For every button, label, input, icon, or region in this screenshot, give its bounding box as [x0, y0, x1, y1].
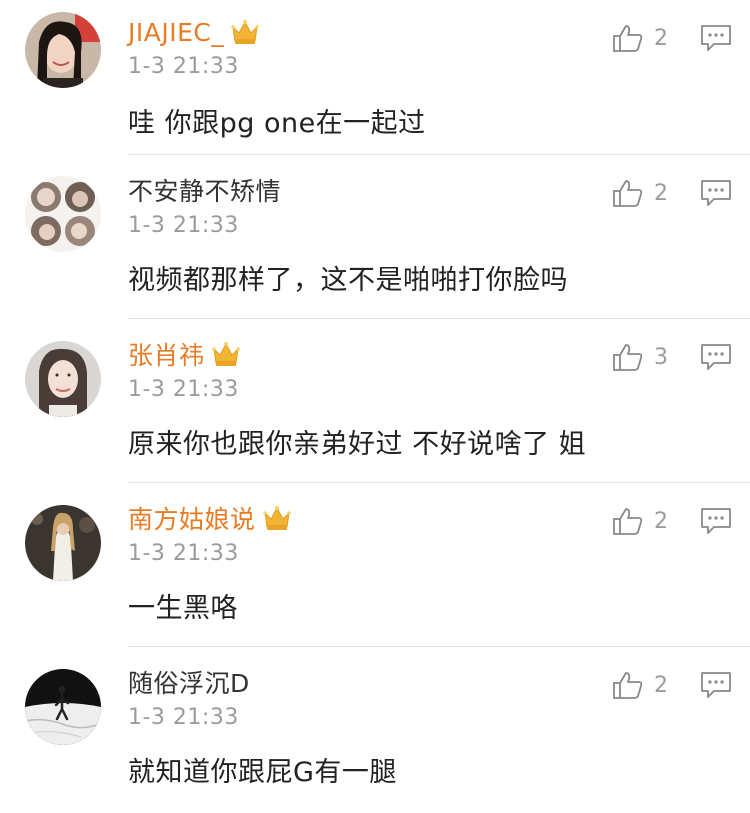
comment-timestamp: 1-3 21:33 [128, 541, 239, 566]
username[interactable]: 不安静不矫情 [128, 172, 281, 208]
like-button[interactable]: 3 [612, 340, 668, 374]
avatar[interactable] [25, 505, 101, 581]
like-count: 2 [654, 672, 668, 698]
like-count: 2 [654, 180, 668, 206]
reply-icon[interactable] [700, 179, 732, 207]
avatar[interactable] [25, 12, 101, 88]
reply-icon[interactable] [700, 671, 732, 699]
username-row: JIAJIEC_ [128, 15, 260, 49]
crown-icon [211, 339, 241, 369]
comment-timestamp: 1-3 21:33 [128, 213, 239, 238]
reply-icon[interactable] [700, 507, 732, 535]
username[interactable]: JIAJIEC_ [128, 18, 224, 47]
comment-text: 一生黑咯 [128, 593, 238, 624]
like-button[interactable]: 2 [612, 176, 668, 210]
comment-item: 南方姑娘说 1-3 21:33 一生黑咯 2 [0, 483, 750, 647]
avatar[interactable] [25, 669, 101, 745]
comment-text: 就知道你跟屁G有一腿 [128, 757, 397, 788]
like-button[interactable]: 2 [612, 504, 668, 538]
comment-item: JIAJIEC_ 1-3 21:33 哇 你跟pg one在一起过 2 [0, 0, 750, 155]
crown-icon [230, 17, 260, 47]
reply-icon[interactable] [700, 343, 732, 371]
comment-text: 哇 你跟pg one在一起过 [128, 108, 426, 139]
reply-icon[interactable] [700, 24, 732, 52]
comment-timestamp: 1-3 21:33 [128, 54, 239, 79]
thumbs-up-icon [613, 672, 643, 699]
comment-item: 随俗浮沉D 1-3 21:33 就知道你跟屁G有一腿 2 [0, 647, 750, 813]
username[interactable]: 张肖祎 [128, 336, 205, 372]
comment-text: 视频都那样了，这不是啪啪打你脸吗 [128, 265, 568, 296]
thumbs-up-icon [613, 180, 643, 207]
avatar[interactable] [25, 176, 101, 252]
comment-text: 原来你也跟你亲弟好过 不好说啥了 姐 [128, 429, 587, 460]
avatar[interactable] [25, 341, 101, 417]
like-count: 2 [654, 508, 668, 534]
comment-list: JIAJIEC_ 1-3 21:33 哇 你跟pg one在一起过 2 不安静不… [0, 0, 750, 813]
thumbs-up-icon [613, 508, 643, 535]
comment-timestamp: 1-3 21:33 [128, 377, 239, 402]
crown-icon [262, 503, 292, 533]
comment-item: 张肖祎 1-3 21:33 原来你也跟你亲弟好过 不好说啥了 姐 3 [0, 319, 750, 483]
username[interactable]: 随俗浮沉D [128, 664, 250, 700]
comment-timestamp: 1-3 21:33 [128, 705, 239, 730]
like-count: 2 [654, 25, 668, 51]
thumbs-up-icon [613, 25, 643, 52]
username-row: 随俗浮沉D [128, 665, 250, 699]
like-count: 3 [654, 344, 668, 370]
username-row: 张肖祎 [128, 337, 241, 371]
username-row: 南方姑娘说 [128, 501, 292, 535]
thumbs-up-icon [613, 344, 643, 371]
like-button[interactable]: 2 [612, 668, 668, 702]
like-button[interactable]: 2 [612, 21, 668, 55]
username-row: 不安静不矫情 [128, 173, 281, 207]
username[interactable]: 南方姑娘说 [128, 500, 256, 536]
comment-item: 不安静不矫情 1-3 21:33 视频都那样了，这不是啪啪打你脸吗 2 [0, 155, 750, 319]
